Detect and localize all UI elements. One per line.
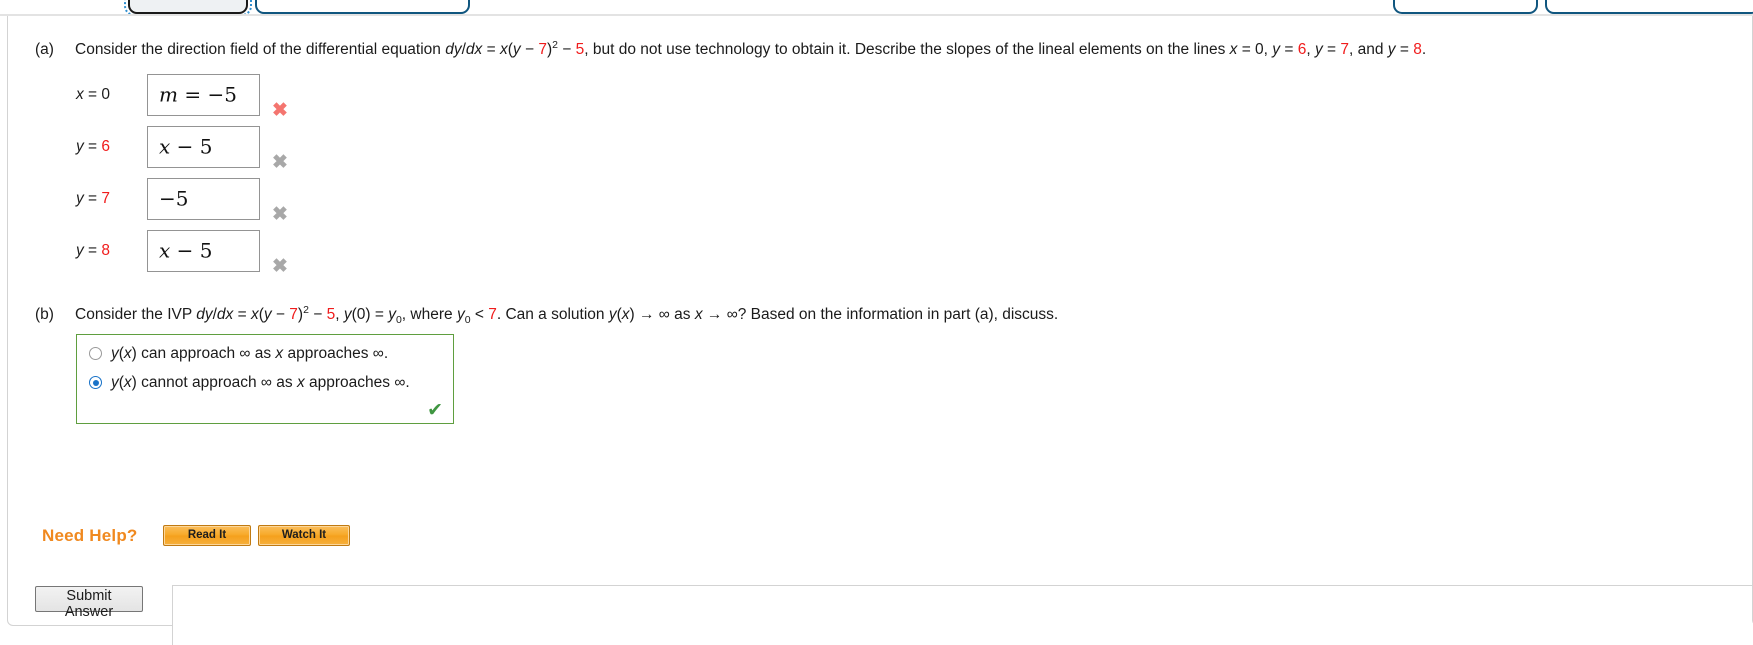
answer-choice-group: y(x) can approach ∞ as x approaches ∞. y… — [76, 334, 454, 424]
answer-row-label: y = 8 — [76, 242, 111, 259]
answer-tray — [172, 585, 1752, 645]
tab-partial-4[interactable] — [1545, 0, 1753, 14]
radio-option-label: y(x) can approach ∞ as x approaches ∞. — [111, 345, 389, 362]
tab-partial-3[interactable] — [1393, 0, 1538, 14]
answer-input-box[interactable]: −5 — [147, 178, 260, 220]
answer-status-icon-incorrect: ✖ — [272, 256, 288, 277]
radio-option[interactable]: y(x) cannot approach ∞ as x approaches ∞… — [89, 374, 410, 400]
answer-status-icon-incorrect: ✖ — [272, 100, 288, 121]
need-help-label: Need Help? — [42, 526, 138, 545]
part-b-prompt: Consider the IVP dy/dx = x(y − 7)2 − 5, … — [75, 303, 1059, 327]
answer-value: x − 5 — [159, 238, 213, 263]
answer-input-box[interactable]: m = −5 — [147, 74, 260, 116]
answer-value: x − 5 — [159, 134, 213, 159]
answer-input-box[interactable]: x − 5 — [147, 126, 260, 168]
answer-status-icon-incorrect: ✖ — [272, 152, 288, 173]
answer-row-label: y = 7 — [76, 190, 111, 207]
answer-value: −5 — [159, 186, 189, 211]
correct-check-icon: ✔ — [427, 400, 443, 421]
question-panel: (a) Consider the direction field of the … — [7, 16, 1753, 645]
answer-row-label: x = 0 — [76, 86, 111, 103]
watch-it-button[interactable]: Watch It — [258, 525, 350, 546]
submit-answer-button[interactable]: Submit Answer — [35, 586, 143, 620]
answer-input-box[interactable]: x − 5 — [147, 230, 260, 272]
answer-status-icon-incorrect: ✖ — [272, 204, 288, 225]
answer-row-label: y = 6 — [76, 138, 111, 155]
part-a-marker: (a) — [35, 41, 54, 58]
radio-option[interactable]: y(x) can approach ∞ as x approaches ∞. — [89, 345, 388, 371]
radio-option-label: y(x) cannot approach ∞ as x approaches ∞… — [111, 374, 410, 391]
part-a-prompt: Consider the direction field of the diff… — [75, 38, 1427, 58]
radio-button-unselected[interactable] — [89, 347, 102, 360]
read-it-button[interactable]: Read It — [163, 525, 251, 546]
answer-value: m = −5 — [159, 82, 237, 107]
part-b-marker: (b) — [35, 306, 54, 323]
tab-partial-2[interactable] — [255, 0, 470, 14]
tab-strip — [0, 0, 1753, 16]
radio-button-selected[interactable] — [89, 376, 102, 389]
